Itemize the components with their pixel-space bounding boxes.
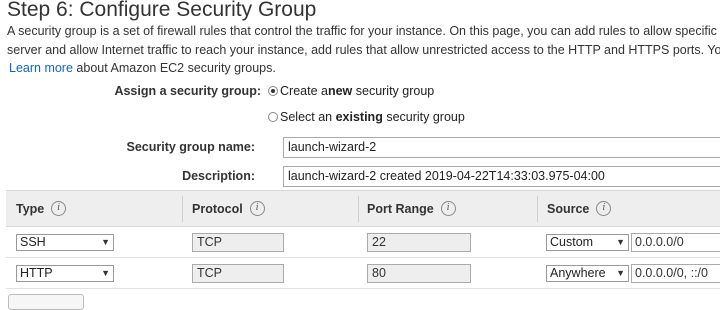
row-divider (6, 257, 720, 258)
description-text-2: server and allow Internet traffic to rea… (7, 43, 720, 57)
header-protocol-label: Protocol (192, 201, 243, 216)
header-type: Type i (16, 201, 67, 216)
caret-down-icon: ▼ (616, 237, 625, 247)
type-select-value: HTTP (20, 266, 53, 280)
description-label: Description: (182, 169, 255, 183)
radio-selected-icon[interactable] (268, 86, 278, 96)
description-text: A security group is a set of firewall ru… (7, 24, 720, 38)
source-select-value: Custom (550, 235, 594, 249)
assign-security-group-label: Assign a security group: (114, 84, 261, 98)
learn-more-link[interactable]: Learn more (9, 61, 73, 75)
cidr-input[interactable]: 0.0.0.0/0 (631, 233, 720, 252)
caret-down-icon: ▼ (101, 268, 110, 278)
type-select[interactable]: SSH ▼ (16, 234, 114, 251)
header-type-label: Type (16, 201, 45, 216)
radio-create-new[interactable]: Create a new security group (268, 84, 434, 98)
radio-select-existing[interactable]: Select an existing security group (268, 110, 465, 124)
radio-select-existing-post: security group (382, 110, 465, 124)
column-divider (537, 196, 538, 222)
learn-more-suffix: about Amazon EC2 security groups. (76, 61, 276, 75)
security-group-name-label: Security group name: (126, 140, 256, 154)
rules-table-header: Type i Protocol i Port Range i Source i (6, 190, 720, 227)
radio-select-existing-bold: existing (335, 110, 383, 124)
security-group-name-input[interactable]: launch-wizard-2 (283, 137, 720, 158)
header-source-label: Source (547, 201, 590, 216)
header-port-range-label: Port Range (367, 201, 434, 216)
caret-down-icon: ▼ (616, 268, 625, 278)
info-icon[interactable]: i (51, 201, 67, 216)
radio-create-new-bold: new (327, 84, 353, 98)
cidr-input[interactable]: 0.0.0.0/0, ::/0 (631, 264, 720, 283)
header-port-range: Port Range i (367, 201, 456, 216)
page-title: Step 6: Configure Security Group (7, 0, 317, 21)
protocol-field: TCP (192, 264, 284, 283)
type-select-value: SSH (20, 235, 46, 249)
header-source: Source i (547, 201, 612, 216)
info-icon[interactable]: i (596, 201, 612, 216)
protocol-field: TCP (192, 233, 284, 252)
port-range-field: 22 (367, 233, 471, 252)
port-range-field: 80 (367, 264, 471, 283)
source-select[interactable]: Anywhere ▼ (546, 265, 629, 282)
radio-select-existing-pre: Select an (280, 110, 336, 124)
description-input[interactable]: launch-wizard-2 created 2019-04-22T14:33… (283, 166, 720, 187)
radio-create-new-pre: Create a (280, 84, 328, 98)
caret-down-icon: ▼ (101, 237, 110, 247)
type-select[interactable]: HTTP ▼ (16, 265, 114, 282)
header-protocol: Protocol i (192, 201, 265, 216)
column-divider (182, 196, 183, 222)
info-icon[interactable]: i (249, 201, 265, 216)
add-rule-button[interactable] (8, 294, 84, 310)
info-icon[interactable]: i (440, 201, 456, 216)
column-divider (358, 196, 359, 222)
radio-unselected-icon[interactable] (268, 112, 278, 122)
source-select-value: Anywhere (550, 266, 606, 280)
row-divider (6, 288, 720, 289)
radio-create-new-post: security group (352, 84, 435, 98)
source-select[interactable]: Custom ▼ (546, 234, 629, 251)
learn-more-line: Learn more about Amazon EC2 security gro… (9, 61, 276, 75)
